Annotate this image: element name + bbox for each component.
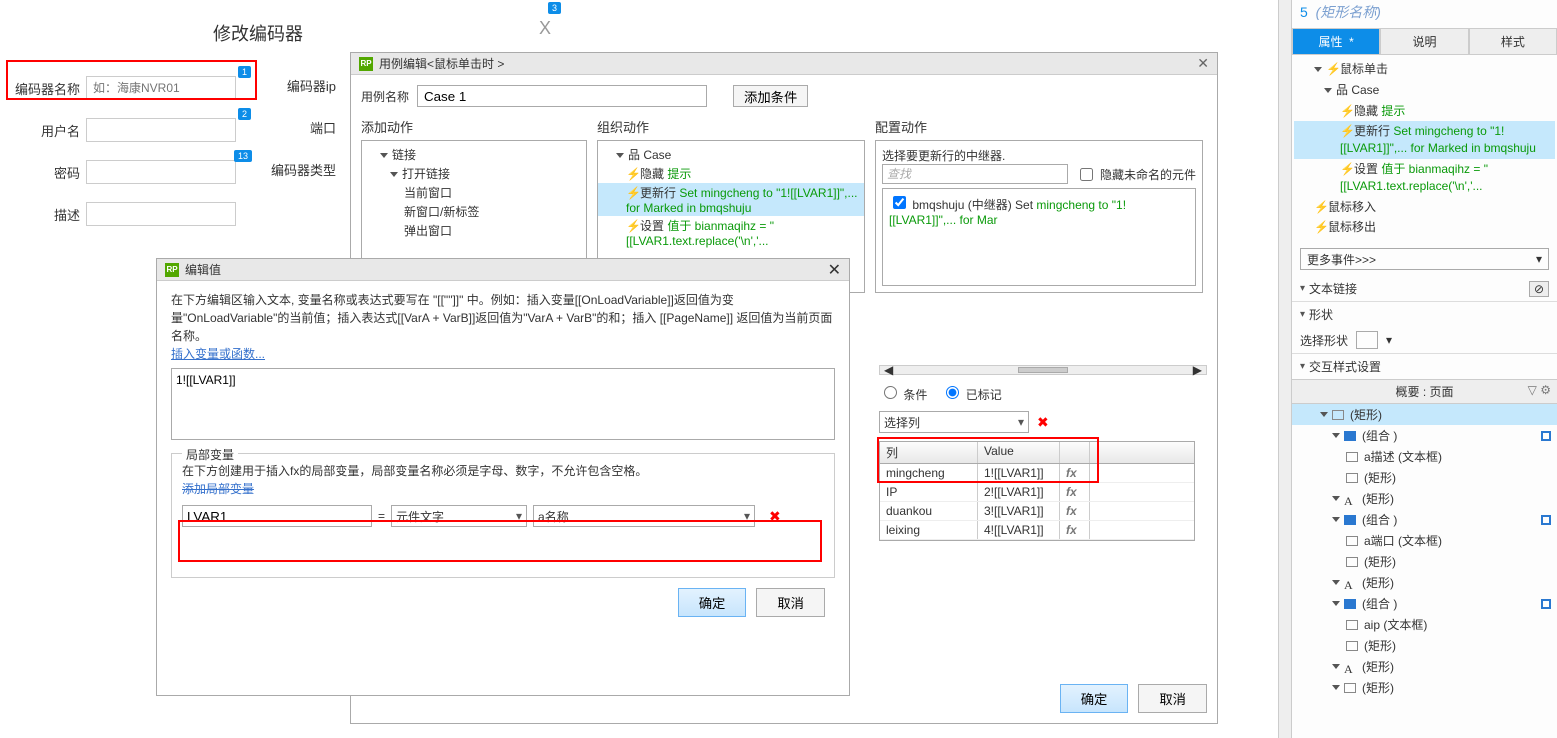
case-editor-title: 用例编辑<鼠标单击时 > [379,55,504,72]
case-editor-close-icon[interactable]: ✕ [1197,55,1209,72]
outline-item[interactable]: (矩形) [1292,551,1557,572]
badge-13: 13 [234,150,252,162]
h-scrollbar[interactable]: ◀▶ [879,365,1207,375]
editvalue-cancel-button[interactable]: 取消 [756,588,825,617]
outline-item[interactable]: a端口 (文本框) [1292,530,1557,551]
table-row[interactable]: duankou3![[LVAR1]]fx [880,502,1194,521]
outline-item[interactable]: (矩形) [1292,635,1557,656]
col3-header: 配置动作 [875,117,1203,136]
shape-picker[interactable] [1356,331,1378,349]
add-condition-button[interactable]: 添加条件 [733,85,808,107]
highlight-table [877,437,1099,483]
edit-value-close-icon[interactable]: ✕ [828,260,841,280]
input-pwd[interactable] [86,160,236,184]
highlight-name [6,60,257,100]
hide-unnamed-checkbox[interactable]: 隐藏未命名的元件 [1076,165,1196,184]
more-events-dropdown[interactable]: 更多事件>>> [1300,248,1549,270]
insert-var-link[interactable]: 插入变量或函数... [171,347,265,361]
editvalue-ok-button[interactable]: 确定 [678,588,747,617]
lbl-port: 端口 [256,118,336,137]
events-tree[interactable]: ⚡鼠标单击 品 Case ⚡隐藏 提示 ⚡更新行 Set mingcheng t… [1292,55,1557,242]
outline-item[interactable]: aip (文本框) [1292,614,1557,635]
radio-condition[interactable]: 条件 [879,383,927,403]
expression-textarea[interactable] [171,368,835,440]
table-row[interactable]: leixing4![[LVAR1]]fx [880,521,1194,540]
rp-icon: RP [359,57,373,71]
highlight-localvar [178,520,822,562]
select-shape-label: 选择形状 [1300,332,1348,349]
search-input[interactable]: 查找 [882,164,1068,184]
repeater-item[interactable]: bmqshuju (中继器) Set mingcheng to "1![[LVA… [885,191,1193,229]
selection-name: (矩形名称) [1316,4,1381,20]
badge-3: 3 [548,2,561,14]
input-desc[interactable] [86,202,236,226]
tab-notes[interactable]: 说明 [1380,28,1468,55]
local-vars-help: 在下方创建用于插入fx的局部变量，局部变量名称必须是字母、数字，不允许包含空格。 [182,462,824,480]
outline-item[interactable]: (组合 ) [1292,593,1557,614]
form-close[interactable]: X [539,18,551,39]
add-local-var-link[interactable]: 添加局部变量 [182,482,254,496]
input-user[interactable] [86,118,236,142]
outline-header: 概要 : 页面▽ ⚙ [1292,379,1557,404]
filter-icon[interactable]: ▽ ⚙ [1528,383,1551,397]
interaction-style-header: 交互样式设置 [1309,358,1381,375]
lbl-user: 用户名 [0,121,80,140]
form-title: 修改编码器 [213,20,303,46]
table-row[interactable]: IP2![[LVAR1]]fx [880,483,1194,502]
outline-item[interactable]: (组合 ) [1292,425,1557,446]
textlink-icon[interactable]: ⊘ [1529,281,1549,297]
tab-properties[interactable]: 属性 * [1292,28,1380,55]
case-name-input[interactable] [417,85,707,107]
lbl-type: 编码器类型 [256,160,336,179]
lbl-ip: 编码器ip [256,76,336,95]
col2-header: 组织动作 [597,117,865,136]
case-ok-button[interactable]: 确定 [1060,684,1129,713]
edit-value-help: 在下方编辑区输入文本, 变量名称或表达式要写在 "[[""]]" 中。例如：插入… [171,291,835,345]
tab-style[interactable]: 样式 [1469,28,1557,55]
col3-top-text: 选择要更新行的中继器. [882,147,1196,164]
lbl-pwd: 密码 [0,163,80,182]
edit-value-title: 编辑值 [185,261,221,278]
edit-value-dialog: RP 编辑值 ✕ 在下方编辑区输入文本, 变量名称或表达式要写在 "[[""]]… [156,258,850,696]
select-column-dropdown[interactable]: 选择列 [879,411,1029,433]
outline-item[interactable]: a描述 (文本框) [1292,446,1557,467]
properties-panel: 5 (矩形名称) 属性 * 说明 样式 ⚡鼠标单击 品 Case ⚡隐藏 提示 … [1292,0,1557,738]
outline-item[interactable]: A(矩形) [1292,488,1557,509]
outline-item[interactable]: (矩形) [1292,467,1557,488]
radio-marked[interactable]: 已标记 [941,383,1001,403]
outline-item[interactable]: (组合 ) [1292,509,1557,530]
remove-icon[interactable]: ✖ [1037,414,1049,431]
case-name-label: 用例名称 [361,88,409,105]
outline-item[interactable]: (矩形) [1292,404,1557,425]
col1-header: 添加动作 [361,117,587,136]
outline-item[interactable]: A(矩形) [1292,656,1557,677]
panel-divider[interactable] [1278,0,1292,738]
outline-item[interactable]: A(矩形) [1292,572,1557,593]
local-vars-legend: 局部变量 [182,446,238,463]
badge-2: 2 [238,108,251,120]
shape-header: 形状 [1309,306,1333,323]
rp-icon: RP [165,263,179,277]
textlink-header: 文本链接 [1309,280,1357,297]
outline-item[interactable]: (矩形) [1292,677,1557,698]
case-cancel-button[interactable]: 取消 [1138,684,1207,713]
outline-tree[interactable]: (矩形)(组合 )a描述 (文本框)(矩形)A(矩形)(组合 )a端口 (文本框… [1292,404,1557,704]
selection-count: 5 [1300,4,1308,20]
lbl-desc: 描述 [0,205,80,224]
